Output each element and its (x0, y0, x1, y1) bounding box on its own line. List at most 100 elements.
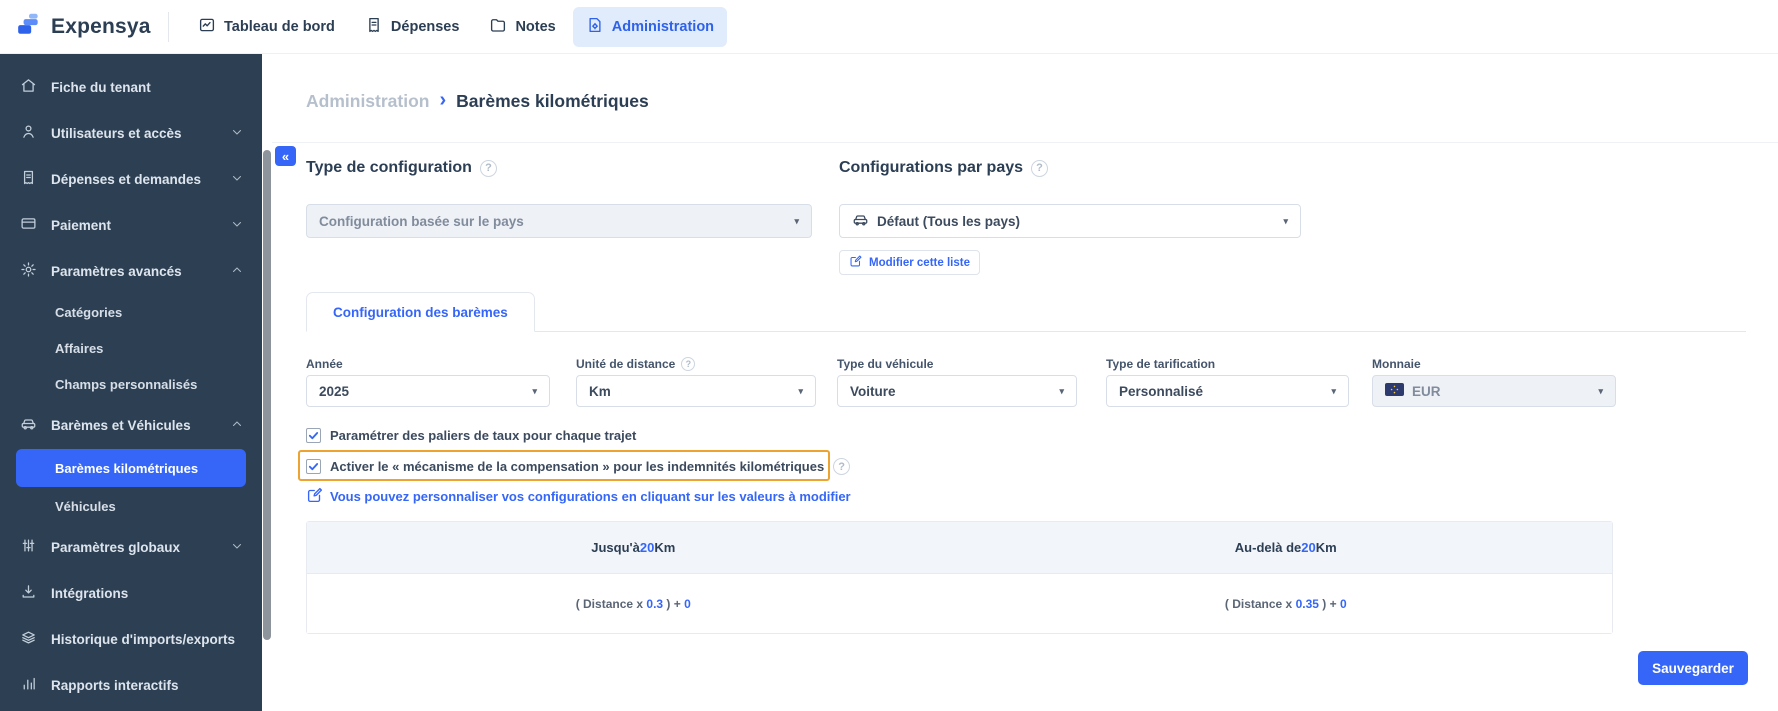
sidebar-item-parametres-avances[interactable]: Paramètres avancés (0, 248, 262, 294)
config-country-select[interactable]: Défaut (Tous les pays) ▾ (839, 204, 1301, 238)
caret-down-icon: ▾ (798, 385, 803, 396)
home-icon (20, 77, 37, 97)
rate-table: Jusqu'à 20 Km Au-delà de 20 Km ( Distanc… (306, 521, 1613, 634)
sidebar-item-rapports-interactifs[interactable]: Rapports interactifs (0, 662, 262, 708)
sidebar-item-utilisateurs[interactable]: Utilisateurs et accès (0, 110, 262, 156)
topbar-divider (168, 11, 169, 42)
nav-administration-label: Administration (611, 18, 715, 35)
monnaie-select[interactable]: EUR ▾ (1372, 375, 1616, 407)
sidebar-label: Catégories (55, 304, 123, 320)
header-divider (272, 142, 1778, 143)
sidebar-item-affaires[interactable]: Affaires (0, 330, 262, 366)
receipt-icon (365, 16, 383, 38)
sidebar-label: Paiement (51, 217, 112, 233)
caret-down-icon: ▾ (532, 385, 537, 396)
nav-administration[interactable]: Administration (572, 6, 728, 47)
sidebar-label: Fiche du tenant (51, 79, 151, 95)
chevron-up-icon (230, 417, 244, 434)
sidebar-item-historique-imports-exports[interactable]: Historique d'imports/exports (0, 616, 262, 662)
nav-notes[interactable]: Notes (476, 7, 568, 47)
help-icon[interactable]: ? (479, 159, 497, 177)
compensation-checkbox-row[interactable]: Activer le « mécanisme de la compensatio… (306, 458, 851, 475)
rate-formula-2: ( Distance x 0.35 ) + 0 (1224, 596, 1347, 611)
annee-label: Année (306, 357, 343, 371)
chevron-down-icon (230, 171, 244, 188)
nav-dashboard[interactable]: Tableau de bord (185, 7, 348, 47)
rate-offset-value[interactable]: 0 (684, 597, 691, 611)
top-navbar: Expensya Tableau de bord Dépenses Notes (0, 0, 1778, 54)
type-tarification-value: Personnalisé (1119, 383, 1204, 399)
rate-factor-value[interactable]: 0.35 (1296, 597, 1319, 611)
config-type-select[interactable]: Configuration basée sur le pays ▾ (306, 204, 812, 238)
gear-icon (20, 261, 37, 281)
collapse-sidebar-button[interactable]: « (275, 146, 296, 166)
sidebar-item-baremes-vehicules[interactable]: Barèmes et Véhicules (0, 402, 262, 448)
rate-offset-value[interactable]: 0 (1340, 597, 1347, 611)
sidebar-item-fiche-du-tenant[interactable]: Fiche du tenant (0, 64, 262, 110)
sidebar-label: Paramètres globaux (51, 539, 181, 555)
help-icon[interactable]: ? (833, 458, 851, 475)
annee-value: 2025 (319, 383, 350, 399)
config-type-value: Configuration basée sur le pays (319, 213, 524, 229)
config-country-title: Configurations par pays (839, 159, 1024, 176)
config-country-value: Défaut (Tous les pays) (877, 213, 1021, 229)
receipt-icon (20, 169, 37, 189)
tab-configuration-des-baremes[interactable]: Configuration des barèmes (306, 292, 535, 332)
chevron-right-icon: › (439, 89, 447, 111)
threshold-value[interactable]: 20 (1301, 540, 1315, 555)
caret-down-icon: ▾ (1283, 215, 1288, 226)
sidebar-item-paiement[interactable]: Paiement (0, 202, 262, 248)
administration-icon (586, 16, 604, 38)
paliers-taux-checkbox-row[interactable]: Paramétrer des paliers de taux pour chaq… (306, 428, 636, 443)
unite-distance-select[interactable]: Km ▾ (576, 375, 816, 407)
rate-formula-1: ( Distance x 0.3 ) + 0 (575, 596, 691, 611)
rate-factor-value[interactable]: 0.3 (646, 597, 663, 611)
type-vehicule-select[interactable]: Voiture ▾ (837, 375, 1077, 407)
bar-chart-icon (20, 675, 37, 695)
checkbox-checked-icon[interactable] (306, 428, 321, 443)
save-button[interactable]: Sauvegarder (1638, 651, 1748, 685)
config-type-title: Type de configuration (306, 159, 472, 176)
compensation-label: Activer le « mécanisme de la compensatio… (330, 459, 825, 474)
nav-dashboard-label: Tableau de bord (224, 18, 335, 35)
sidebar-label: Barèmes kilométriques (55, 460, 199, 476)
threshold-value[interactable]: 20 (640, 540, 654, 555)
caret-down-icon: ▾ (1331, 385, 1336, 396)
sidebar-label: Historique d'imports/exports (51, 631, 235, 647)
tab-label: Configuration des barèmes (333, 304, 508, 320)
customize-link-label: Vous pouvez personnaliser vos configurat… (330, 489, 851, 504)
sidebar-item-vehicules[interactable]: Véhicules (0, 488, 262, 524)
sidebar-item-integrations[interactable]: Intégrations (0, 570, 262, 616)
help-icon[interactable]: ? (681, 357, 696, 371)
monnaie-value: EUR (1412, 383, 1441, 399)
nav-expenses[interactable]: Dépenses (352, 7, 473, 47)
edit-list-button[interactable]: Modifier cette liste (839, 250, 980, 275)
breadcrumb: Administration › Barèmes kilométriques (306, 90, 649, 112)
type-tarification-select[interactable]: Personnalisé ▾ (1106, 375, 1349, 407)
eu-flag-icon (1385, 383, 1404, 399)
caret-down-icon: ▾ (794, 215, 799, 226)
checkbox-checked-icon[interactable] (306, 459, 321, 474)
customize-link[interactable]: Vous pouvez personnaliser vos configurat… (306, 486, 851, 507)
download-icon (20, 583, 37, 603)
chevron-down-icon (230, 125, 244, 142)
chevron-up-icon (230, 263, 244, 280)
sidebar-item-depenses-demandes[interactable]: Dépenses et demandes (0, 156, 262, 202)
main-content: Administration › Barèmes kilométriques «… (272, 54, 1778, 711)
breadcrumb-administration[interactable]: Administration (306, 91, 429, 112)
sidebar-label: Intégrations (51, 585, 129, 601)
sidebar-item-champs-personnalises[interactable]: Champs personnalisés (0, 366, 262, 402)
content-scrollbar-thumb[interactable] (263, 150, 271, 640)
sidebar-item-baremes-kilometriques[interactable]: Barèmes kilométriques (16, 449, 246, 487)
help-icon[interactable]: ? (1031, 159, 1049, 177)
chevron-down-icon (230, 539, 244, 556)
sidebar-item-parametres-globaux[interactable]: Paramètres globaux (0, 524, 262, 570)
type-vehicule-value: Voiture (850, 383, 896, 399)
page-title: Barèmes kilométriques (456, 90, 649, 111)
annee-select[interactable]: 2025 ▾ (306, 375, 550, 407)
expensya-logo[interactable]: Expensya (0, 11, 168, 42)
car-icon (852, 211, 869, 231)
user-icon (20, 123, 37, 143)
sidebar-item-categories[interactable]: Catégories (0, 294, 262, 330)
unite-distance-value: Km (589, 383, 611, 399)
